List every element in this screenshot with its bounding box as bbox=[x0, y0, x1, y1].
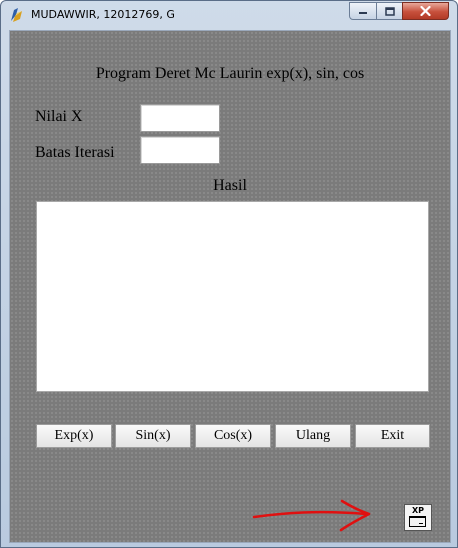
ulang-button[interactable]: Ulang bbox=[275, 424, 351, 448]
close-button[interactable] bbox=[402, 2, 449, 20]
app-window: MUDAWWIR, 12012769, G Program Deret Mc L… bbox=[0, 0, 458, 548]
red-arrow-annotation bbox=[252, 499, 371, 532]
sin-button[interactable]: Sin(x) bbox=[115, 424, 191, 448]
maximize-icon bbox=[384, 6, 395, 16]
app-icon bbox=[9, 7, 25, 23]
batas-iterasi-label: Batas Iterasi bbox=[35, 144, 115, 161]
xp-style-button[interactable]: XP bbox=[404, 504, 432, 531]
cos-button[interactable]: Cos(x) bbox=[195, 424, 271, 448]
window-icon bbox=[409, 516, 426, 527]
title-bar[interactable]: MUDAWWIR, 12012769, G bbox=[1, 1, 457, 29]
minimize-icon bbox=[359, 12, 367, 14]
minimize-button[interactable] bbox=[349, 2, 377, 20]
form-client-area: Program Deret Mc Laurin exp(x), sin, cos… bbox=[9, 30, 451, 543]
xp-label: XP bbox=[411, 506, 425, 515]
form-heading: Program Deret Mc Laurin exp(x), sin, cos bbox=[95, 65, 365, 82]
nilai-x-label: Nilai X bbox=[35, 108, 83, 125]
close-icon bbox=[420, 6, 431, 16]
hasil-label: Hasil bbox=[213, 177, 247, 194]
exit-button[interactable]: Exit bbox=[355, 424, 430, 448]
hasil-output[interactable] bbox=[36, 201, 429, 392]
maximize-button[interactable] bbox=[376, 2, 403, 20]
exp-button[interactable]: Exp(x) bbox=[36, 424, 112, 448]
batas-iterasi-input[interactable] bbox=[140, 136, 220, 164]
window-title: MUDAWWIR, 12012769, G bbox=[31, 8, 175, 21]
nilai-x-input[interactable] bbox=[140, 104, 220, 132]
